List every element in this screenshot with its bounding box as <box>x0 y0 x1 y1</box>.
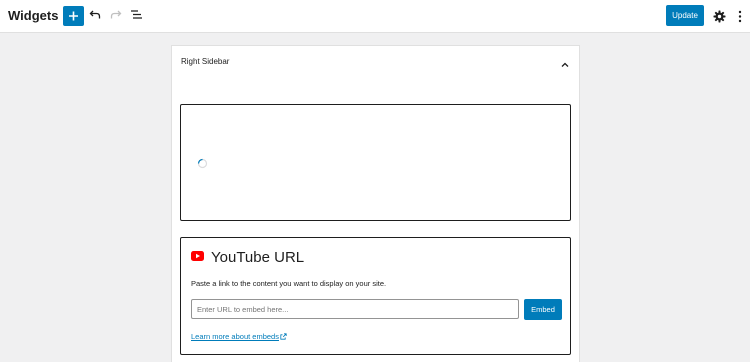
list-view-button[interactable] <box>130 8 143 27</box>
learn-more-link[interactable]: Learn more about embeds <box>191 332 287 341</box>
widget-area-panel: Right Sidebar YouTube URL Paste a link t… <box>171 45 580 362</box>
external-link-icon <box>280 333 287 340</box>
youtube-embed-block[interactable]: YouTube URL Paste a link to the content … <box>180 237 571 355</box>
embed-title: YouTube URL <box>211 249 305 266</box>
more-vertical-icon <box>738 10 742 23</box>
widget-area-title: Right Sidebar <box>181 57 230 66</box>
embed-button[interactable]: Embed <box>524 299 562 320</box>
loading-block[interactable] <box>180 104 571 221</box>
gear-icon <box>713 10 726 23</box>
embed-url-input[interactable] <box>191 299 519 319</box>
editor-header: Widgets Update <box>0 0 750 33</box>
undo-button[interactable] <box>89 8 101 27</box>
settings-button[interactable] <box>713 10 726 28</box>
learn-more-link-text: Learn more about embeds <box>191 332 279 341</box>
widget-area-header[interactable]: Right Sidebar <box>172 46 579 76</box>
redo-icon <box>110 10 122 19</box>
more-options-button[interactable] <box>738 10 742 28</box>
list-view-icon <box>131 10 142 19</box>
spinner-icon <box>197 158 208 169</box>
embed-instructions: Paste a link to the content you want to … <box>191 279 387 288</box>
plus-icon <box>69 11 78 21</box>
chevron-up-icon <box>561 62 569 67</box>
add-block-button[interactable] <box>63 6 84 26</box>
youtube-icon <box>191 251 204 261</box>
undo-icon <box>89 10 101 19</box>
redo-button[interactable] <box>110 8 122 27</box>
page-title: Widgets <box>8 8 59 23</box>
collapse-toggle[interactable] <box>560 56 570 74</box>
update-button[interactable]: Update <box>666 5 704 26</box>
